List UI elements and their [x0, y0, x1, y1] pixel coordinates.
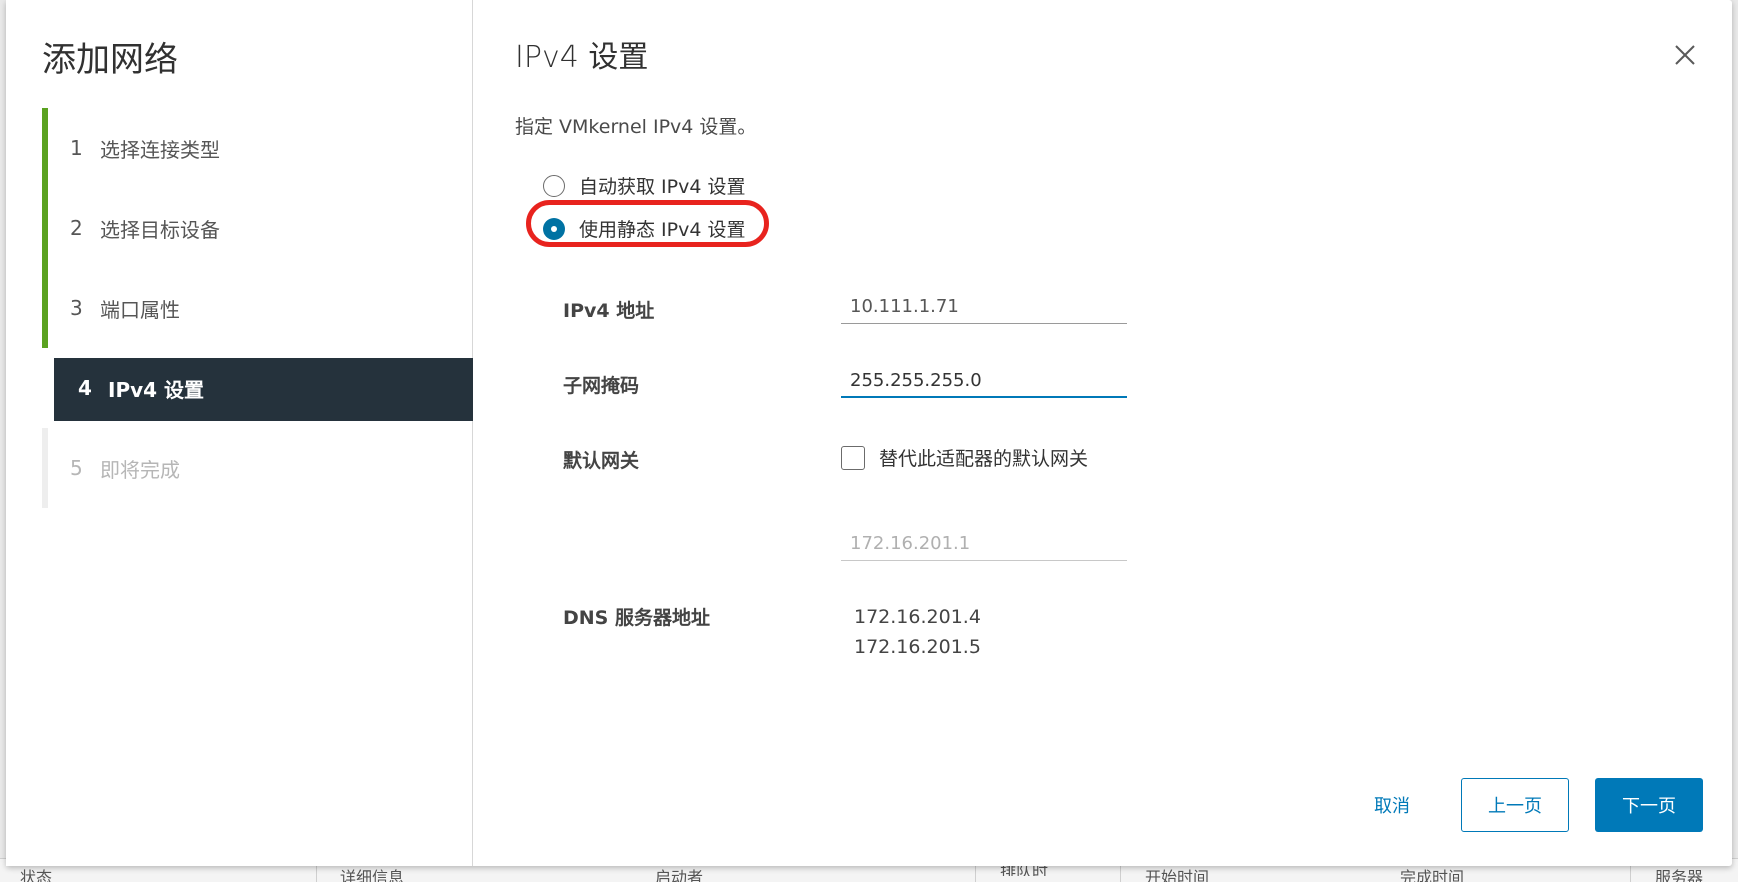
wizard-step-2[interactable]: 2 选择目标设备: [42, 188, 473, 268]
wizard-content: IPv4 设置 指定 VMkernel IPv4 设置。 自动获取 IPv4 设…: [473, 0, 1732, 866]
wizard-sidebar: 添加网络 1 选择连接类型 2 选择目标设备 3 端口属性 4 IPv4 设置: [6, 0, 473, 866]
override-gateway-checkbox-row[interactable]: 替代此适配器的默认网关: [841, 444, 1088, 471]
wizard-title: 添加网络: [42, 40, 178, 80]
bg-column-server: 服务器: [1655, 868, 1704, 882]
wizard-steps: 1 选择连接类型 2 选择目标设备 3 端口属性 4 IPv4 设置 5 即将完…: [42, 108, 473, 508]
step-number: 3: [70, 296, 83, 320]
dns-server-2: 172.16.201.5: [854, 636, 981, 658]
step-label: 选择目标设备: [100, 217, 220, 242]
bg-column-details: 详细信息: [340, 868, 405, 882]
ipv4-address-input[interactable]: [841, 290, 1127, 324]
subnet-mask-label: 子网掩码: [563, 375, 640, 397]
close-icon: [1675, 45, 1695, 65]
wizard-step-5: 5 即将完成: [42, 428, 473, 508]
page-title: IPv4 设置: [515, 40, 649, 75]
dns-server-list: 172.16.201.4 172.16.201.5: [854, 602, 981, 662]
bg-column-initiator: 启动者: [655, 868, 704, 882]
wizard-step-1[interactable]: 1 选择连接类型: [42, 108, 473, 188]
default-gateway-label: 默认网关: [563, 450, 640, 472]
dns-server-1: 172.16.201.4: [854, 606, 981, 628]
step-label: IPv4 设置: [108, 377, 205, 402]
override-gateway-checkbox[interactable]: [841, 445, 865, 470]
step-number: 4: [78, 376, 92, 400]
step-number: 2: [70, 216, 83, 240]
default-gateway-input[interactable]: [841, 527, 1127, 561]
bg-column-status: 状态: [20, 868, 53, 882]
next-button[interactable]: 下一页: [1595, 778, 1703, 832]
bg-column-end-time: 完成时间: [1400, 868, 1465, 882]
ipv4-address-label: IPv4 地址: [563, 300, 655, 322]
cancel-button[interactable]: 取消: [1349, 778, 1435, 832]
wizard-step-3[interactable]: 3 端口属性: [42, 268, 473, 348]
page-description: 指定 VMkernel IPv4 设置。: [515, 116, 757, 138]
step-number: 1: [70, 136, 83, 160]
radio-label: 自动获取 IPv4 设置: [579, 176, 746, 198]
radio-button[interactable]: [543, 174, 565, 197]
bg-column-start-time: 开始时间: [1145, 868, 1210, 882]
dns-server-label: DNS 服务器地址: [563, 607, 710, 629]
subnet-mask-input[interactable]: [841, 364, 1127, 398]
wizard-step-4[interactable]: 4 IPv4 设置: [42, 348, 473, 428]
radio-auto-ipv4[interactable]: 自动获取 IPv4 设置: [543, 172, 745, 199]
override-gateway-label: 替代此适配器的默认网关: [879, 448, 1089, 470]
radio-button-selected[interactable]: [543, 217, 565, 240]
step-label: 端口属性: [100, 297, 180, 322]
radio-static-ipv4[interactable]: 使用静态 IPv4 设置: [543, 215, 745, 242]
add-network-dialog: 添加网络 1 选择连接类型 2 选择目标设备 3 端口属性 4 IPv4 设置: [6, 0, 1732, 866]
step-label: 即将完成: [100, 457, 180, 482]
step-label: 选择连接类型: [100, 137, 220, 162]
radio-label: 使用静态 IPv4 设置: [579, 219, 746, 241]
close-button[interactable]: [1668, 38, 1702, 72]
previous-button[interactable]: 上一页: [1461, 778, 1569, 832]
step-number: 5: [70, 456, 83, 480]
